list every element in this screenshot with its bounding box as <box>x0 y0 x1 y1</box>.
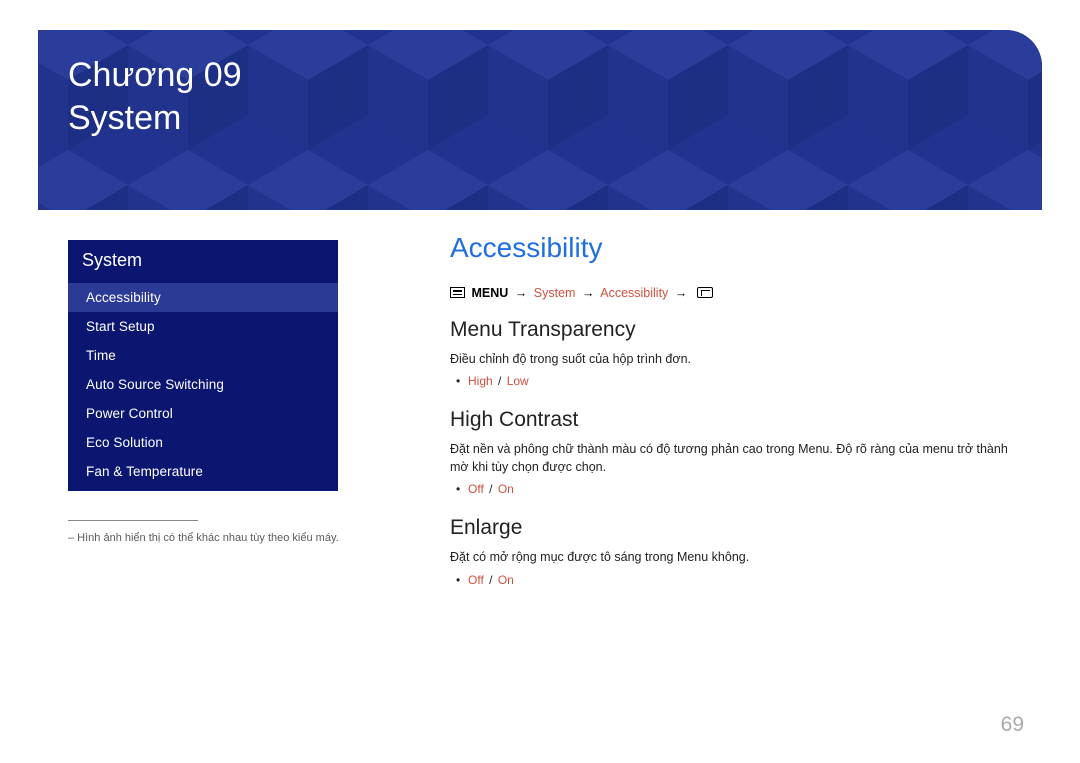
sidebar-item-auto-source-switching[interactable]: Auto Source Switching <box>68 370 338 399</box>
footnote-text: – Hình ảnh hiển thị có thể khác nhau tùy… <box>68 532 368 544</box>
section-heading: High Contrast <box>450 408 1022 432</box>
enter-icon <box>697 287 713 298</box>
path-segment-accessibility: Accessibility <box>600 286 668 300</box>
option-item: High / Low <box>468 374 1022 388</box>
sidebar-item-label: Accessibility <box>86 290 161 305</box>
chapter-banner: Chương 09 System <box>38 30 1042 210</box>
option-value: Off <box>468 482 484 496</box>
option-value: On <box>498 573 514 587</box>
footnote-divider <box>68 520 198 521</box>
option-value: Off <box>468 573 484 587</box>
option-separator: / <box>496 374 507 388</box>
section-body: Điều chỉnh độ trong suốt của hộp trình đ… <box>450 350 1022 368</box>
option-value: On <box>498 482 514 496</box>
section-heading: Enlarge <box>450 516 1022 540</box>
sidebar-item-power-control[interactable]: Power Control <box>68 399 338 428</box>
path-menu-word: MENU <box>471 286 508 300</box>
arrow-icon: → <box>579 286 598 300</box>
sidebar-item-label: Eco Solution <box>86 435 163 450</box>
section-menu-transparency: Menu Transparency Điều chỉnh độ trong su… <box>450 318 1022 388</box>
sidebar-item-label: Start Setup <box>86 319 155 334</box>
chapter-name: System <box>68 97 242 140</box>
sidebar-item-fan-and-temperature[interactable]: Fan & Temperature <box>68 457 338 491</box>
chapter-number: Chương 09 <box>68 54 242 97</box>
option-list: Off / On <box>450 482 1022 496</box>
menu-path: MENU → System → Accessibility → <box>450 286 1022 300</box>
option-value: Low <box>507 374 529 388</box>
section-body: Đặt nền và phông chữ thành màu có độ tươ… <box>450 440 1022 476</box>
arrow-icon: → <box>672 286 691 300</box>
main-content: Accessibility MENU → System → Accessibil… <box>450 232 1022 607</box>
sidebar-item-label: Time <box>86 348 116 363</box>
menu-icon <box>450 287 465 298</box>
section-high-contrast: High Contrast Đặt nền và phông chữ thành… <box>450 408 1022 496</box>
option-list: Off / On <box>450 573 1022 587</box>
manual-page: Chương 09 System System Accessibility St… <box>0 0 1080 763</box>
section-enlarge: Enlarge Đặt có mở rộng mục được tô sáng … <box>450 516 1022 586</box>
section-heading: Menu Transparency <box>450 318 1022 342</box>
sidebar-item-label: Fan & Temperature <box>86 464 203 479</box>
option-item: Off / On <box>468 482 1022 496</box>
sidebar-item-start-setup[interactable]: Start Setup <box>68 312 338 341</box>
option-separator: / <box>487 482 498 496</box>
path-segment-system: System <box>534 286 576 300</box>
chapter-title: Chương 09 System <box>68 54 242 139</box>
arrow-icon: → <box>512 286 531 300</box>
option-separator: / <box>487 573 498 587</box>
option-item: Off / On <box>468 573 1022 587</box>
sidebar-menu: System Accessibility Start Setup Time Au… <box>68 240 338 491</box>
sidebar-item-accessibility[interactable]: Accessibility <box>68 283 338 312</box>
section-body: Đặt có mở rộng mục được tô sáng trong Me… <box>450 548 1022 566</box>
page-number: 69 <box>1001 713 1024 737</box>
page-title: Accessibility <box>450 232 1022 264</box>
sidebar-item-label: Power Control <box>86 406 173 421</box>
sidebar-item-label: Auto Source Switching <box>86 377 224 392</box>
option-list: High / Low <box>450 374 1022 388</box>
option-value: High <box>468 374 493 388</box>
sidebar-item-eco-solution[interactable]: Eco Solution <box>68 428 338 457</box>
sidebar-item-time[interactable]: Time <box>68 341 338 370</box>
sidebar-title: System <box>68 240 338 283</box>
